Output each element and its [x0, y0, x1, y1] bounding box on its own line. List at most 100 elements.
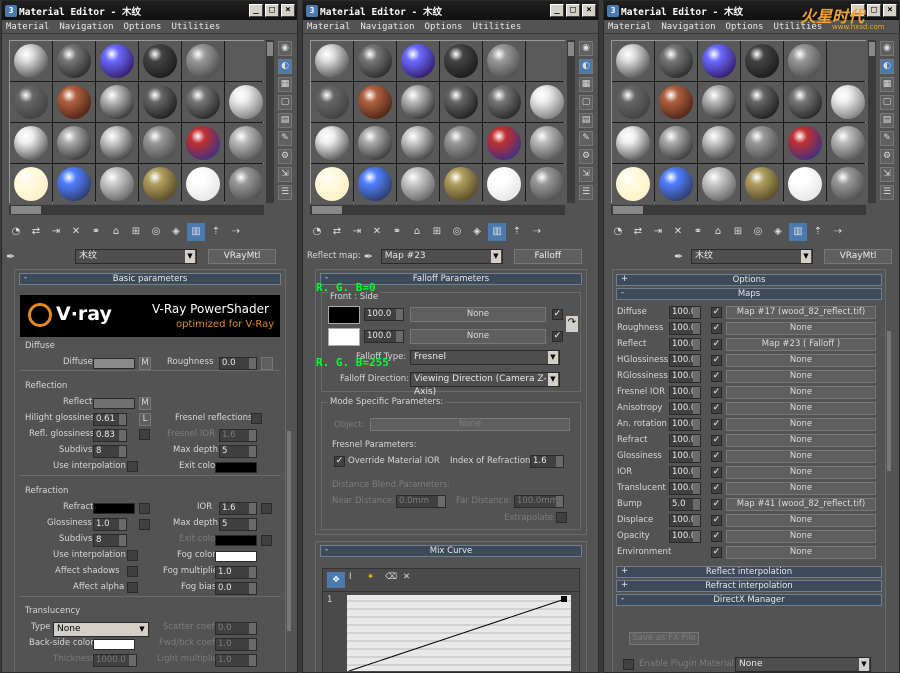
assign-material-icon[interactable]: ⇥ — [348, 223, 366, 241]
sample-slot[interactable] — [354, 123, 396, 163]
go-to-parent-icon[interactable]: ⇡ — [809, 223, 827, 241]
sample-slot[interactable] — [784, 41, 826, 81]
show-end-result-icon[interactable]: ◈ — [769, 223, 787, 241]
map-enable-checkbox[interactable]: ✓ — [711, 498, 722, 510]
sample-type-icon[interactable]: ◉ — [278, 41, 292, 56]
sample-slot[interactable] — [53, 41, 95, 81]
sample-slot[interactable] — [612, 164, 654, 204]
put-to-scene-icon[interactable]: ⇄ — [328, 223, 346, 241]
reflect-map-button[interactable]: M — [139, 397, 151, 410]
sample-slot[interactable] — [440, 123, 482, 163]
map-enable-checkbox[interactable]: ✓ — [711, 530, 722, 542]
sample-slot[interactable] — [354, 164, 396, 204]
select-by-material-icon[interactable]: ⇲ — [880, 167, 894, 182]
background-icon[interactable]: ▦ — [278, 77, 292, 92]
menu-utilities[interactable]: Utilities — [171, 22, 220, 32]
back-side-color-swatch[interactable] — [93, 639, 135, 650]
refr-use-interpolation-checkbox[interactable] — [127, 550, 138, 561]
map-enable-checkbox[interactable]: ✓ — [711, 386, 722, 398]
video-check-icon[interactable]: ▤ — [278, 113, 292, 128]
make-preview-icon[interactable]: ✎ — [880, 131, 894, 146]
sample-slot[interactable] — [440, 41, 482, 81]
put-to-scene-icon[interactable]: ⇄ — [629, 223, 647, 241]
fog-color-swatch[interactable] — [215, 551, 257, 562]
hilight-glossiness-spinner[interactable]: 0.61 — [93, 413, 127, 426]
glossiness-map-button[interactable] — [139, 519, 150, 530]
sample-slot[interactable] — [397, 41, 439, 81]
refl-exit-color-swatch[interactable] — [215, 462, 257, 473]
sample-slot[interactable] — [53, 123, 95, 163]
sample-slot[interactable] — [10, 82, 52, 122]
sample-slot[interactable] — [10, 123, 52, 163]
make-unique-icon[interactable]: ⚭ — [689, 223, 707, 241]
map-slot-button[interactable]: Map #41 (wood_82_reflect.tif) — [726, 497, 876, 511]
roughness-map-button[interactable] — [261, 357, 273, 370]
sample-slot[interactable] — [655, 41, 697, 81]
map-slot-button[interactable]: None — [726, 353, 876, 367]
sample-slot[interactable] — [225, 164, 267, 204]
slots-horizontal-scrollbar[interactable] — [611, 205, 866, 215]
refl-use-interpolation-checkbox[interactable] — [127, 461, 138, 472]
menu-options[interactable]: Options — [124, 22, 162, 32]
material-type-button[interactable]: VRayMtl — [824, 248, 892, 264]
get-material-icon[interactable]: ◔ — [609, 223, 627, 241]
material-navigator-icon[interactable]: ☰ — [579, 185, 593, 200]
refl-max-depth-spinner[interactable]: 5 — [219, 445, 257, 458]
reflect-color-swatch[interactable] — [93, 398, 135, 409]
slots-horizontal-scrollbar[interactable] — [310, 205, 565, 215]
reset-curve-icon[interactable]: ✕ — [403, 572, 417, 588]
panel-scrollbar[interactable] — [287, 431, 291, 631]
side-percent-spinner[interactable]: 100.0 — [364, 330, 404, 343]
override-ior-checkbox[interactable]: ✓ — [334, 456, 345, 467]
sample-slot[interactable] — [182, 164, 224, 204]
sample-slot[interactable] — [526, 123, 568, 163]
uv-tiling-icon[interactable]: ▢ — [278, 95, 292, 110]
map-slot-button[interactable]: None — [726, 481, 876, 495]
sample-slot[interactable] — [225, 123, 267, 163]
sample-slot[interactable] — [53, 164, 95, 204]
glossiness-spinner[interactable]: 1.0 — [93, 518, 127, 531]
video-check-icon[interactable]: ▤ — [880, 113, 894, 128]
map-amount-spinner[interactable]: 100.0 — [669, 385, 701, 399]
select-by-material-icon[interactable]: ⇲ — [579, 167, 593, 182]
close-button[interactable]: × — [883, 4, 897, 17]
sample-slot[interactable] — [698, 164, 740, 204]
sample-slot[interactable] — [612, 41, 654, 81]
show-end-result-icon[interactable]: ◈ — [468, 223, 486, 241]
side-map-button[interactable]: None — [410, 329, 546, 344]
sample-slot[interactable] — [182, 41, 224, 81]
sample-slot[interactable] — [827, 164, 869, 204]
plugin-material-dropdown[interactable]: None — [735, 657, 871, 672]
map-amount-spinner[interactable]: 100.0 — [669, 353, 701, 367]
sample-slot[interactable] — [827, 123, 869, 163]
map-enable-checkbox[interactable]: ✓ — [711, 546, 722, 558]
sample-slot[interactable] — [311, 164, 353, 204]
make-unique-icon[interactable]: ⚭ — [388, 223, 406, 241]
maps-rollout[interactable]: - Maps — [616, 288, 882, 300]
sample-slot[interactable] — [483, 82, 525, 122]
menu-navigation[interactable]: Navigation — [360, 22, 414, 32]
sample-slot[interactable] — [784, 82, 826, 122]
sample-type-icon[interactable]: ◉ — [880, 41, 894, 56]
move-point-icon[interactable]: ✥ — [327, 572, 345, 588]
map-enable-checkbox[interactable]: ✓ — [711, 338, 722, 350]
sample-slot[interactable] — [225, 41, 267, 81]
object-pick-button[interactable]: None — [370, 418, 570, 431]
eyedropper-icon[interactable]: ✒ — [6, 250, 20, 263]
show-end-result-toggle-icon[interactable]: ▥ — [789, 223, 807, 241]
front-map-checkbox[interactable]: ✓ — [552, 309, 563, 320]
map-amount-spinner[interactable]: 100.0 — [669, 337, 701, 351]
sample-slot[interactable] — [440, 82, 482, 122]
material-name-field[interactable]: 木纹 — [691, 248, 813, 264]
thickness-spinner[interactable]: 1000.0 — [93, 654, 137, 667]
go-to-parent-icon[interactable]: ⇡ — [207, 223, 225, 241]
sample-slot[interactable] — [182, 123, 224, 163]
sample-slot[interactable] — [784, 164, 826, 204]
sample-slot[interactable] — [96, 123, 138, 163]
menu-options[interactable]: Options — [425, 22, 463, 32]
sample-slot[interactable] — [311, 41, 353, 81]
sample-slot[interactable] — [655, 82, 697, 122]
material-name-field[interactable]: 木纹 — [75, 248, 197, 264]
falloff-type-dropdown[interactable]: Fresnel — [410, 350, 560, 365]
delete-point-icon[interactable]: ⌫ — [385, 572, 399, 588]
